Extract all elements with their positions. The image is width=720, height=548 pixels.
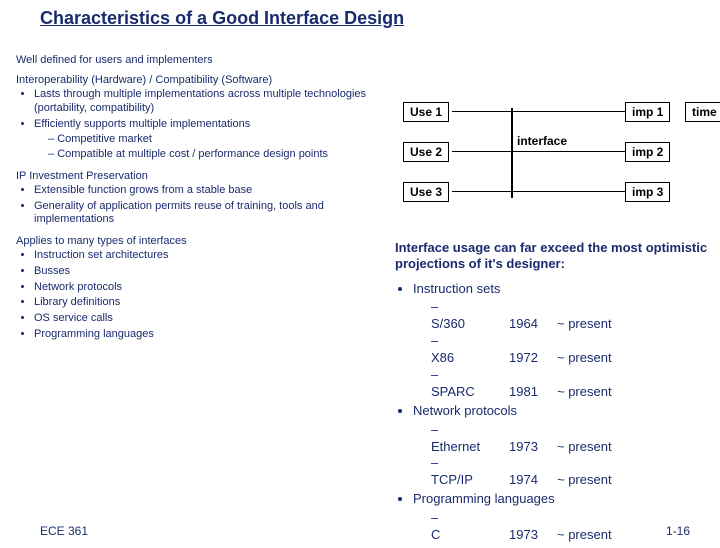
line-imp3 <box>511 191 625 192</box>
line-interop: Interoperability (Hardware) / Compatibil… <box>16 74 386 86</box>
interface-diagram: Use 1 Use 2 Use 3 interface imp 1 imp 2 … <box>395 98 715 218</box>
left-column: Well defined for users and implementers … <box>16 48 386 346</box>
line-use1 <box>452 111 511 112</box>
y-eth: 1973 <box>509 439 557 456</box>
examples-list: Instruction sets S/3601964~ present X861… <box>395 281 715 544</box>
n-s360: S/360 <box>431 316 509 333</box>
box-imp2: imp 2 <box>625 142 670 162</box>
slide-title: Characteristics of a Good Interface Desi… <box>40 8 720 29</box>
line-imp1 <box>511 111 625 112</box>
applies-bullets: Instruction set architectures Busses Net… <box>34 249 386 342</box>
right-column: Use 1 Use 2 Use 3 interface imp 1 imp 2 … <box>395 98 715 546</box>
y-sparc: 1981 <box>509 384 557 401</box>
ip-bullets: Extensible function grows from a stable … <box>34 184 386 227</box>
bullet-busses: Busses <box>34 265 386 279</box>
box-use3: Use 3 <box>403 182 449 202</box>
interface-divider <box>511 108 513 198</box>
bullet-languages: Programming languages <box>34 328 386 342</box>
n-tcp: TCP/IP <box>431 472 509 489</box>
n-c: C <box>431 527 509 544</box>
ex-h3: Programming languages <box>413 491 555 506</box>
section-applies: Applies to many types of interfaces <box>16 235 386 247</box>
y-c: 1973 <box>509 527 557 544</box>
section-ip: IP Investment Preservation <box>16 170 386 182</box>
dash-competitive: Competitive market <box>48 133 386 147</box>
ex-h2: Network protocols <box>413 403 517 418</box>
bullet-os: OS service calls <box>34 312 386 326</box>
y-x86: 1972 <box>509 350 557 367</box>
p-c: ~ present <box>557 527 612 544</box>
n-eth: Ethernet <box>431 439 509 456</box>
box-use2: Use 2 <box>403 142 449 162</box>
row-ethernet: Ethernet1973~ present <box>431 422 715 456</box>
ex-h1: Instruction sets <box>413 281 500 296</box>
p-x86: ~ present <box>557 350 612 367</box>
box-imp1: imp 1 <box>625 102 670 122</box>
row-tcpip: TCP/IP1974~ present <box>431 455 715 489</box>
n-sparc: SPARC <box>431 384 509 401</box>
p-tcp: ~ present <box>557 472 612 489</box>
line-use3 <box>452 191 511 192</box>
ex-network: Network protocols Ethernet1973~ present … <box>413 403 715 489</box>
p-eth: ~ present <box>557 439 612 456</box>
p-sparc: ~ present <box>557 384 612 401</box>
box-imp3: imp 3 <box>625 182 670 202</box>
n-x86: X86 <box>431 350 509 367</box>
box-time: time <box>685 102 720 122</box>
footer-page: 1-16 <box>666 524 690 538</box>
box-use1: Use 1 <box>403 102 449 122</box>
usage-text: Interface usage can far exceed the most … <box>395 240 715 273</box>
p-s360: ~ present <box>557 316 612 333</box>
bullet-lasts: Lasts through multiple implementations a… <box>34 88 386 116</box>
row-s360: S/3601964~ present <box>431 299 715 333</box>
bullet-isa: Instruction set architectures <box>34 249 386 263</box>
y-s360: 1964 <box>509 316 557 333</box>
bullet-network: Network protocols <box>34 281 386 295</box>
row-x86: X861972~ present <box>431 333 715 367</box>
ex-instruction-sets: Instruction sets S/3601964~ present X861… <box>413 281 715 401</box>
bullet-library: Library definitions <box>34 296 386 310</box>
footer-course: ECE 361 <box>40 524 88 538</box>
bullet-efficient: Efficiently supports multiple implementa… <box>34 118 386 162</box>
dash-compatible: Compatible at multiple cost / performanc… <box>48 148 386 162</box>
row-sparc: SPARC1981~ present <box>431 367 715 401</box>
line-use2 <box>452 151 511 152</box>
line-well-defined: Well defined for users and implementers <box>16 54 386 66</box>
label-interface: interface <box>517 134 567 148</box>
y-tcp: 1974 <box>509 472 557 489</box>
bullet-generality: Generality of application permits reuse … <box>34 200 386 228</box>
bullet-extensible: Extensible function grows from a stable … <box>34 184 386 198</box>
interop-bullets: Lasts through multiple implementations a… <box>34 88 386 162</box>
line-imp2 <box>511 151 625 152</box>
bullet-efficient-text: Efficiently supports multiple implementa… <box>34 118 250 130</box>
